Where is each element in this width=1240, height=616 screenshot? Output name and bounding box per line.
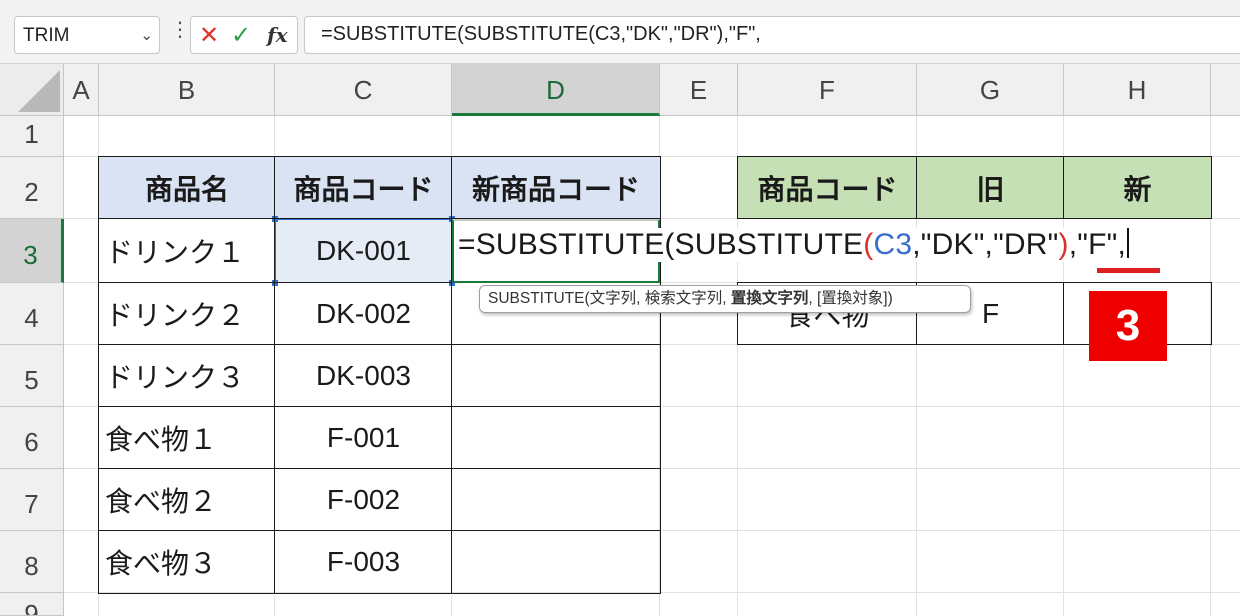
- formula-input[interactable]: =SUBSTITUTE(SUBSTITUTE(C3,"DK","DR"),"F"…: [304, 16, 1240, 54]
- cell-f2[interactable]: 商品コード: [738, 157, 917, 219]
- cell-c6[interactable]: F-001: [275, 407, 452, 469]
- formula-text: =SUBSTITUTE(SUBSTITUTE(C3,"DK","DR"),"F"…: [321, 23, 761, 45]
- insert-function-icon[interactable]: fx: [267, 23, 288, 47]
- cell-b8[interactable]: 食べ物３: [99, 531, 275, 593]
- function-tooltip[interactable]: SUBSTITUTE(文字列, 検索文字列, 置換文字列, [置換対象]): [479, 285, 971, 313]
- edit-paren-close: ): [1058, 228, 1069, 261]
- cell-c7[interactable]: F-002: [275, 469, 452, 531]
- row-header-3[interactable]: 3: [0, 219, 64, 283]
- step-badge: 3: [1089, 291, 1167, 361]
- column-header-i[interactable]: [1211, 64, 1240, 116]
- select-all-icon: [18, 70, 60, 112]
- column-header-g[interactable]: G: [917, 64, 1064, 116]
- row-header-5[interactable]: 5: [0, 345, 64, 407]
- edit-part: ,"DK","DR": [912, 228, 1059, 261]
- cell-c8[interactable]: F-003: [275, 531, 452, 593]
- tooltip-rest: , [置換対象]): [808, 290, 893, 307]
- cell-b7[interactable]: 食べ物２: [99, 469, 275, 531]
- cell-b5[interactable]: ドリンク３: [99, 345, 275, 407]
- tooltip-function[interactable]: SUBSTITUTE(: [488, 290, 590, 307]
- cancel-icon[interactable]: ✕: [199, 21, 219, 50]
- column-header-c[interactable]: C: [275, 64, 452, 116]
- cell-h2[interactable]: 新: [1064, 157, 1211, 219]
- cell-b4[interactable]: ドリンク２: [99, 283, 275, 345]
- row-header-1[interactable]: 1: [0, 116, 64, 157]
- column-header-f[interactable]: F: [738, 64, 917, 116]
- column-header-a[interactable]: A: [64, 64, 99, 116]
- name-box[interactable]: TRIM ⌄: [14, 16, 160, 54]
- row-header-2[interactable]: 2: [0, 157, 64, 219]
- column-header-b[interactable]: B: [99, 64, 275, 116]
- row-header-6[interactable]: 6: [0, 407, 64, 469]
- edit-part: =SUBSTITUTE(SUBSTITUTE: [458, 228, 864, 261]
- column-header-e[interactable]: E: [660, 64, 738, 116]
- column-header-h[interactable]: H: [1064, 64, 1211, 116]
- row-header-7[interactable]: 7: [0, 469, 64, 531]
- highlight-underline: [1097, 268, 1160, 273]
- row-header-4[interactable]: 4: [0, 283, 64, 345]
- edit-cell-reference: C3: [873, 228, 913, 261]
- cell-c2[interactable]: 商品コード: [275, 157, 452, 219]
- cell-c4[interactable]: DK-002: [275, 283, 452, 345]
- more-options-icon[interactable]: ⋮: [170, 20, 190, 40]
- cell-c3[interactable]: DK-001: [275, 219, 452, 283]
- edit-current-arg: ,"F",: [1068, 228, 1127, 261]
- row-header-9[interactable]: 9: [0, 593, 64, 616]
- cell-b6[interactable]: 食べ物１: [99, 407, 275, 469]
- cell-d2[interactable]: 新商品コード: [452, 157, 660, 219]
- column-header-d[interactable]: D: [452, 64, 660, 116]
- text-caret: [1127, 228, 1130, 258]
- formula-bar: TRIM ⌄ ⋮ ✕ ✓ fx =SUBSTITUTE(SUBSTITUTE(C…: [0, 0, 1240, 64]
- cell-c5[interactable]: DK-003: [275, 345, 452, 407]
- chevron-down-icon[interactable]: ⌄: [140, 26, 153, 44]
- tooltip-args: 文字列, 検索文字列,: [589, 290, 731, 307]
- enter-check-icon[interactable]: ✓: [231, 21, 251, 50]
- cell-b2[interactable]: 商品名: [99, 157, 275, 219]
- cell-b3[interactable]: ドリンク１: [99, 219, 275, 283]
- cell-edit-formula[interactable]: =SUBSTITUTE(SUBSTITUTE(C3,"DK","DR"),"F"…: [458, 228, 1130, 262]
- name-box-value: TRIM: [23, 25, 70, 46]
- tooltip-current-arg: 置換文字列: [730, 290, 809, 307]
- edit-paren-open: (: [863, 228, 874, 261]
- cell-g2[interactable]: 旧: [917, 157, 1064, 219]
- row-header-8[interactable]: 8: [0, 531, 64, 593]
- formula-buttons: ✕ ✓ fx: [190, 16, 298, 54]
